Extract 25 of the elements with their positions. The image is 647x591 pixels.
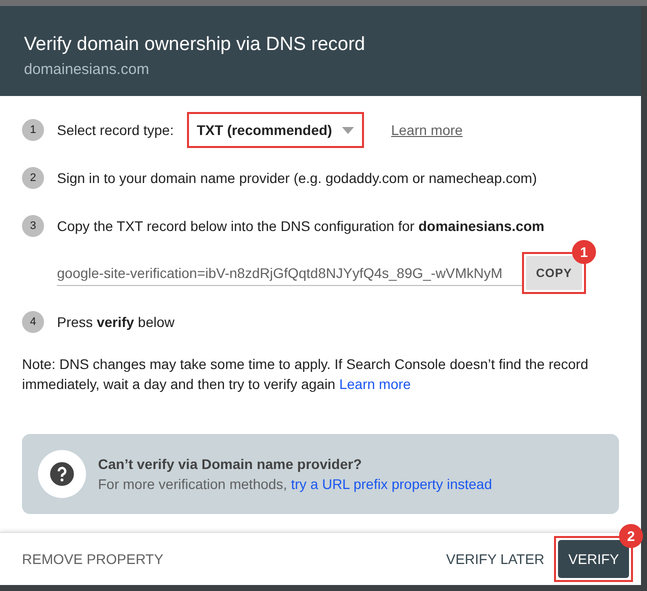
step-number: 3 (22, 215, 44, 237)
note-text: Note: DNS changes may take some time to apply. If Search Console doesn’t find the record immediately, wait a day and then try to verify again Learn more (22, 355, 590, 394)
remove-property-button[interactable]: REMOVE PROPERTY (22, 543, 164, 575)
step-badge: 1 (572, 240, 596, 264)
info-text: For more verification methods, try a URL prefix property instead (98, 476, 492, 492)
step-text: Copy the TXT record below into the DNS configuration for domainesians.com (57, 218, 544, 234)
verify-button[interactable]: VERIFY (558, 540, 629, 578)
step-text: Press verify below (57, 314, 175, 330)
copy-button[interactable]: COPY (526, 256, 582, 290)
caret-icon (342, 126, 354, 134)
learn-more-link[interactable]: Learn more (391, 122, 463, 138)
dialog-title: Verify domain ownership via DNS record (24, 34, 366, 56)
step-number: 4 (22, 311, 44, 333)
step-badge: 2 (619, 524, 643, 548)
domain-subtitle: domainesians.com (24, 61, 150, 78)
txt-record-field[interactable]: google-site-verification=ibV-n8zdRjGfQqtd8NJYyfQ4s_89G_-wVMkNyM (57, 260, 522, 286)
learn-more-link[interactable]: Learn more (339, 376, 411, 392)
info-title: Can’t verify via Domain name provider? (98, 456, 363, 472)
step-number: 2 (22, 167, 44, 189)
step-text: Select record type: (57, 122, 174, 138)
step-number: 1 (22, 119, 44, 141)
verify-later-button[interactable]: VERIFY LATER (446, 543, 544, 575)
url-prefix-link[interactable]: try a URL prefix property instead (290, 476, 492, 492)
step-text: Sign in to your domain name provider (e.g. godaddy.com or namecheap.com) (57, 170, 537, 186)
help-icon (38, 450, 86, 498)
